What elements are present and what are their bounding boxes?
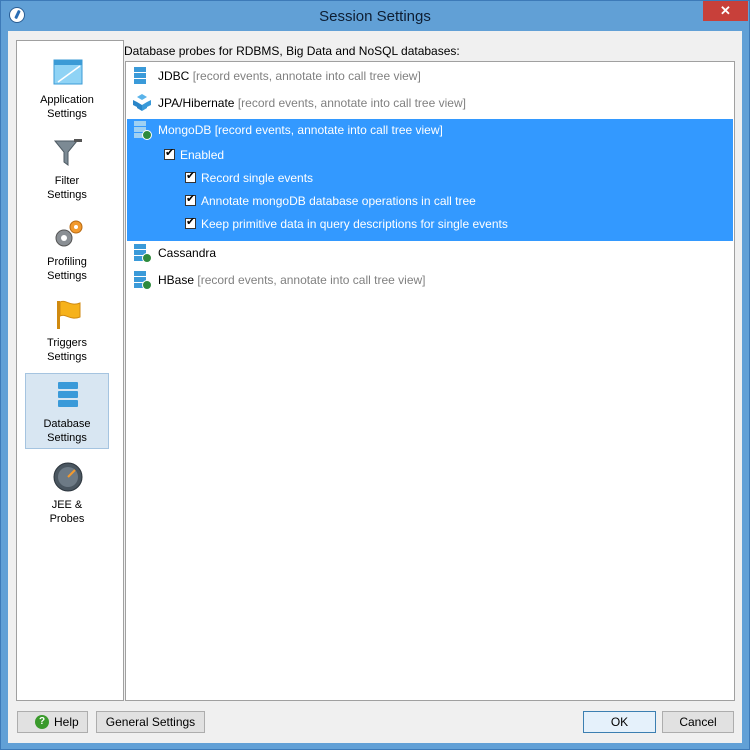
window-title: Session Settings: [319, 8, 431, 25]
close-button[interactable]: ✕: [703, 1, 748, 21]
database-leaf-icon: [134, 244, 152, 263]
ok-button[interactable]: OK: [583, 711, 656, 733]
tree-row-jdbc[interactable]: JDBC [record events, annotate into call …: [128, 64, 732, 88]
flag-icon: [57, 300, 81, 329]
probe-name: JPA/Hibernate: [158, 96, 235, 110]
sidebar-item-application-settings[interactable]: Application Settings: [25, 49, 109, 125]
probe-name: HBase: [158, 273, 195, 287]
sidebar-item-label: Application Settings: [40, 94, 94, 120]
sidebar-item-triggers-settings[interactable]: Triggers Settings: [25, 292, 109, 368]
sidebar-item-label: Filter Settings: [47, 175, 87, 201]
tree-row-hbase[interactable]: HBase [record events, annotate into call…: [128, 268, 732, 292]
help-button[interactable]: ? Help: [17, 711, 88, 733]
keep-primitive-data-checkbox[interactable]: [185, 214, 196, 230]
keep-primitive-data-label: Keep primitive data in query description…: [201, 217, 508, 231]
probe-name: Cassandra: [158, 246, 217, 260]
dialog-body: Application Settings Filter Settings Pro…: [8, 31, 742, 743]
sidebar-item-label: Database Settings: [43, 418, 91, 444]
tree-row-jpa-hibernate[interactable]: JPA/Hibernate [record events, annotate i…: [128, 91, 732, 115]
gauge-icon: [53, 462, 83, 492]
database-stack-icon: [134, 67, 146, 84]
general-settings-button[interactable]: General Settings: [96, 711, 205, 733]
gears-icon: [55, 220, 83, 247]
sidebar-item-label: Profiling Settings: [47, 256, 87, 282]
tree-row-mongodb[interactable]: MongoDB [record events, annotate into ca…: [128, 118, 732, 142]
database-icon: [58, 382, 78, 407]
funnel-icon: [53, 139, 82, 166]
enabled-label: Enabled: [180, 148, 225, 162]
application-window-icon: [53, 59, 83, 85]
sidebar-item-database-settings[interactable]: Database Settings: [25, 373, 109, 449]
probe-detail: [record events, annotate into call tree …: [237, 96, 466, 110]
database-leaf-icon: [134, 121, 152, 140]
sidebar-item-filter-settings[interactable]: Filter Settings: [25, 130, 109, 206]
tree-row-cassandra[interactable]: Cassandra: [128, 241, 732, 265]
probe-detail: [record events, annotate into call tree …: [192, 69, 421, 83]
help-icon: ?: [35, 715, 49, 729]
sidebar-item-label: Triggers Settings: [47, 337, 87, 363]
sidebar-item-jee-probes[interactable]: JEE & Probes: [25, 454, 109, 530]
settings-sidebar: Application Settings Filter Settings Pro…: [16, 40, 124, 701]
annotate-operations-label: Annotate mongoDB database operations in …: [201, 194, 476, 208]
cubes-icon: [133, 94, 151, 111]
probes-heading: Database probes for RDBMS, Big Data and …: [124, 44, 460, 58]
probe-detail: [record events, annotate into call tree …: [197, 273, 426, 287]
record-single-events-checkbox[interactable]: [185, 168, 196, 184]
database-leaf-icon: [134, 271, 152, 290]
title-bar[interactable]: Session Settings ✕: [1, 1, 749, 31]
probe-name: JDBC: [158, 69, 190, 83]
sidebar-item-label: JEE & Probes: [49, 499, 85, 525]
help-label: Help: [54, 715, 79, 729]
probe-name: MongoDB: [158, 123, 212, 137]
record-single-events-label: Record single events: [201, 171, 314, 185]
cancel-button[interactable]: Cancel: [662, 711, 734, 733]
session-settings-window: Session Settings ✕ Application Settings …: [0, 0, 750, 750]
annotate-operations-checkbox[interactable]: [185, 191, 196, 207]
probe-detail: [record events, annotate into call tree …: [214, 123, 443, 137]
sidebar-item-profiling-settings[interactable]: Profiling Settings: [25, 211, 109, 287]
enabled-checkbox[interactable]: [164, 145, 175, 161]
database-probes-tree[interactable]: JDBC [record events, annotate into call …: [125, 61, 735, 701]
